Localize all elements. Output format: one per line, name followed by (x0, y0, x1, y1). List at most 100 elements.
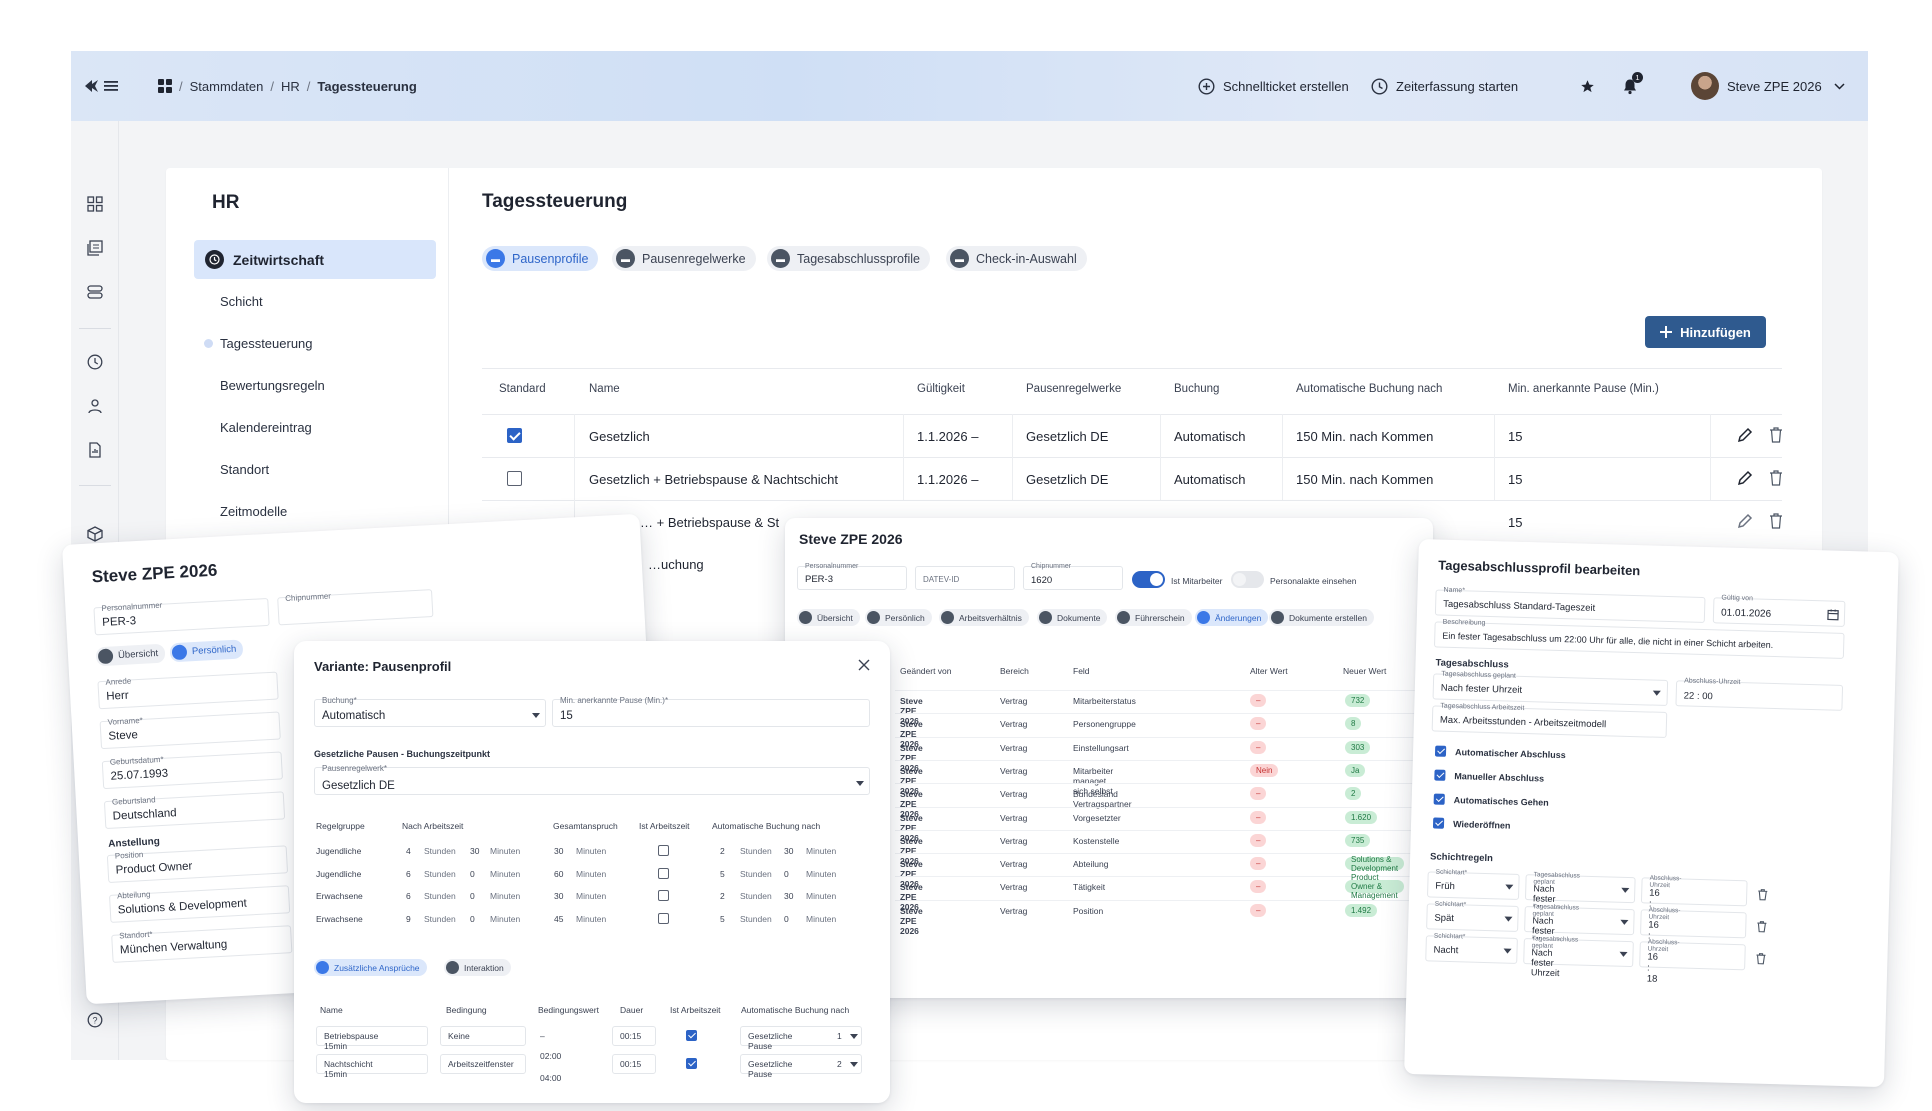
nav-item-standort[interactable]: Standort (220, 462, 269, 477)
delete-trash-icon[interactable] (1769, 427, 1783, 443)
package-icon[interactable] (85, 524, 105, 544)
field: Abteilung (1073, 859, 1109, 870)
time-tracking-button[interactable]: Zeiterfassung starten (1371, 51, 1518, 121)
breadcrumb-hr[interactable]: HR (281, 79, 300, 94)
favorites-star-icon[interactable] (1580, 51, 1595, 121)
ist-arbeitszeit-checkbox[interactable] (686, 1030, 697, 1041)
auto-close-checkbox[interactable] (1434, 745, 1447, 757)
booking-value: Gesetzliche Pause (748, 1031, 793, 1051)
ist-arbeitszeit-checkbox[interactable] (658, 890, 669, 901)
tab-label: Check-in-Auswahl (976, 251, 1077, 266)
nav-item-zeitmodelle[interactable]: Zeitmodelle (220, 504, 287, 519)
delete-trash-icon[interactable] (1769, 513, 1783, 529)
manual-close-checkbox[interactable] (1434, 769, 1446, 781)
nav-item-schicht[interactable]: Schicht (220, 294, 263, 309)
changed-by: Steve ZPE 2026 (900, 905, 923, 936)
database-icon[interactable] (85, 282, 105, 302)
tab-persoenlich[interactable]: Persönlich (865, 609, 932, 626)
tab-uebersicht[interactable]: Übersicht (797, 609, 860, 626)
add-button-label: Hinzufügen (1680, 324, 1751, 340)
reopen-checkbox[interactable] (1432, 817, 1445, 829)
auto-hours-unit: Stunden (740, 913, 772, 924)
breadcrumb-stammdaten[interactable]: Stammdaten (190, 79, 264, 94)
auto-minutes-unit: Minuten (806, 891, 837, 901)
col-bedingung: Bedingung (446, 1005, 487, 1015)
chevron-down-icon (532, 713, 540, 718)
user-menu[interactable]: Steve ZPE 2026 (1691, 51, 1845, 121)
field-label: Anrede (105, 676, 132, 687)
notifications-bell-icon[interactable]: 1 (1622, 51, 1643, 121)
nav-item-tagessteuerung[interactable]: Tagessteuerung (220, 336, 313, 351)
tab-zusaetzliche-ansprueche[interactable]: Zusätzliche Ansprüche (314, 959, 427, 976)
documents-icon[interactable] (85, 238, 105, 258)
booking-number: 2 (837, 1059, 842, 1069)
condition-value: – (540, 1031, 545, 1041)
field-value: 15 (560, 710, 573, 722)
quick-ticket-button[interactable]: Schnellticket erstellen (1198, 51, 1349, 121)
ist-arbeitszeit-checkbox[interactable] (658, 912, 669, 924)
delete-trash-icon[interactable] (1769, 470, 1783, 486)
delete-trash-icon[interactable] (1755, 952, 1766, 965)
tab-uebersicht[interactable]: Übersicht (95, 643, 166, 667)
nav-group-zeitwirtschaft[interactable]: Zeitwirtschaft (194, 240, 436, 279)
apps-grid-icon[interactable] (158, 79, 172, 93)
field: Kostenstelle (1073, 835, 1120, 846)
edit-pencil-icon[interactable] (1737, 470, 1753, 486)
delete-trash-icon[interactable] (1756, 920, 1767, 933)
tab-interaktion[interactable]: Interaktion (444, 959, 511, 976)
help-icon[interactable]: ? (85, 1010, 105, 1030)
field-value: Spät (1434, 912, 1455, 925)
clock-icon[interactable] (85, 352, 105, 372)
new-value-badge: 8 (1345, 717, 1362, 731)
regelwerk-select[interactable] (314, 767, 870, 795)
ist-arbeitszeit-checkbox[interactable] (686, 1058, 697, 1069)
add-button[interactable]: Hinzufügen (1645, 316, 1766, 348)
ist-mitarbeiter-toggle[interactable] (1132, 571, 1165, 588)
total-value: 30 (554, 846, 564, 856)
tab-fuehrerschein[interactable]: Führerschein (1115, 609, 1192, 626)
auto-minutes-unit: Minuten (806, 846, 837, 856)
old-value-badge: – (1250, 694, 1267, 707)
tab-pausenprofile[interactable]: ▬ Pausenprofile (482, 246, 599, 271)
tab-tagesabschlussprofile[interactable]: ▬ Tagesabschlussprofile (767, 246, 930, 271)
nav-item-bewertungsregeln[interactable]: Bewertungsregeln (220, 378, 325, 393)
nav-item-kalendereintrag[interactable]: Kalendereintrag (220, 420, 312, 435)
ist-arbeitszeit-checkbox[interactable] (658, 867, 669, 879)
dashboard-icon[interactable] (85, 194, 105, 214)
area: Vertrag (1000, 742, 1028, 753)
edit-pencil-icon[interactable] (1737, 427, 1753, 443)
condition-value: Keine (448, 1031, 470, 1041)
rail-divider (79, 328, 111, 329)
auto-leave-checkbox[interactable] (1433, 793, 1445, 805)
tab-check-in-auswahl[interactable]: ▬ Check-in-Auswahl (946, 246, 1087, 271)
auto-hours-unit: Stunden (740, 868, 772, 879)
app-logo[interactable] (83, 51, 101, 121)
field-label: Chipnummer (1031, 563, 1072, 570)
standard-checkbox[interactable] (507, 471, 522, 486)
field-value: 16 : 18 (1646, 951, 1659, 985)
person-icon[interactable] (85, 396, 105, 416)
tab-pausenregelwerke[interactable]: ▬ Pausenregelwerke (612, 246, 756, 271)
minutes-value: 0 (470, 868, 475, 879)
new-value-badge: 1.620 (1345, 810, 1378, 824)
section-title: Tagesabschluss (1435, 657, 1509, 671)
tab-dokumente[interactable]: Dokumente (1037, 609, 1108, 626)
auto-minutes-value: 30 (784, 891, 794, 901)
tab-dokumente-erstellen[interactable]: Dokumente erstellen (1269, 609, 1374, 626)
chevron-down-icon (1619, 951, 1628, 957)
extra-name: Nachtschicht 15min (324, 1059, 373, 1079)
edit-pencil-icon[interactable] (1737, 513, 1753, 529)
tab-persoenlich[interactable]: Persönlich (169, 639, 244, 663)
menu-icon[interactable] (104, 51, 120, 121)
report-icon[interactable] (85, 440, 105, 460)
ist-arbeitszeit-checkbox[interactable] (658, 845, 669, 856)
personalakte-toggle[interactable] (1231, 571, 1264, 588)
standard-checkbox[interactable] (507, 428, 522, 443)
close-icon[interactable] (858, 659, 870, 671)
calendar-icon[interactable] (1827, 608, 1839, 621)
tab-aenderungen[interactable]: Änderungen (1195, 609, 1269, 626)
modal-title: Variante: Pausenprofil (314, 659, 452, 674)
delete-trash-icon[interactable] (1757, 888, 1768, 901)
tab-arbeitsverhaeltnis[interactable]: Arbeitsverhältnis (939, 609, 1029, 626)
row-divider (895, 736, 1420, 738)
